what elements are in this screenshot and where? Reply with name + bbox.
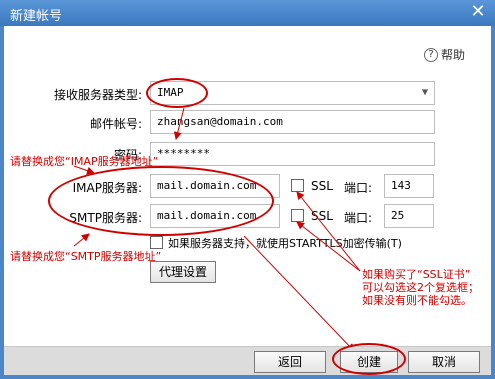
arrow-smtp-hint xyxy=(73,233,90,247)
arrow-type-to-hint xyxy=(173,107,185,140)
arrow-to-smtp-ssl xyxy=(296,221,361,272)
dialog-footer: 返回 创建 取消 xyxy=(4,343,491,375)
annotation-arrows xyxy=(73,107,361,346)
arrow-imap-hint xyxy=(73,165,95,175)
arrow-to-imap-ssl xyxy=(296,191,361,272)
form-area: ? 帮助 接收服务器类型: IMAP ▼ 邮件帐号: zhangsan@doma… xyxy=(4,26,491,346)
new-account-dialog: 新建帐号 ✕ ? 帮助 接收服务器类型: IMAP ▼ 邮件帐号: zhangs… xyxy=(0,0,495,379)
cancel-button[interactable]: 取消 xyxy=(408,351,480,373)
title-bar: 新建帐号 ✕ xyxy=(0,0,495,26)
create-highlight xyxy=(332,343,406,375)
arrow-to-create xyxy=(243,235,355,346)
dialog-title: 新建帐号 xyxy=(10,9,63,24)
close-icon[interactable]: ✕ xyxy=(469,2,487,22)
back-button[interactable]: 返回 xyxy=(254,351,326,373)
